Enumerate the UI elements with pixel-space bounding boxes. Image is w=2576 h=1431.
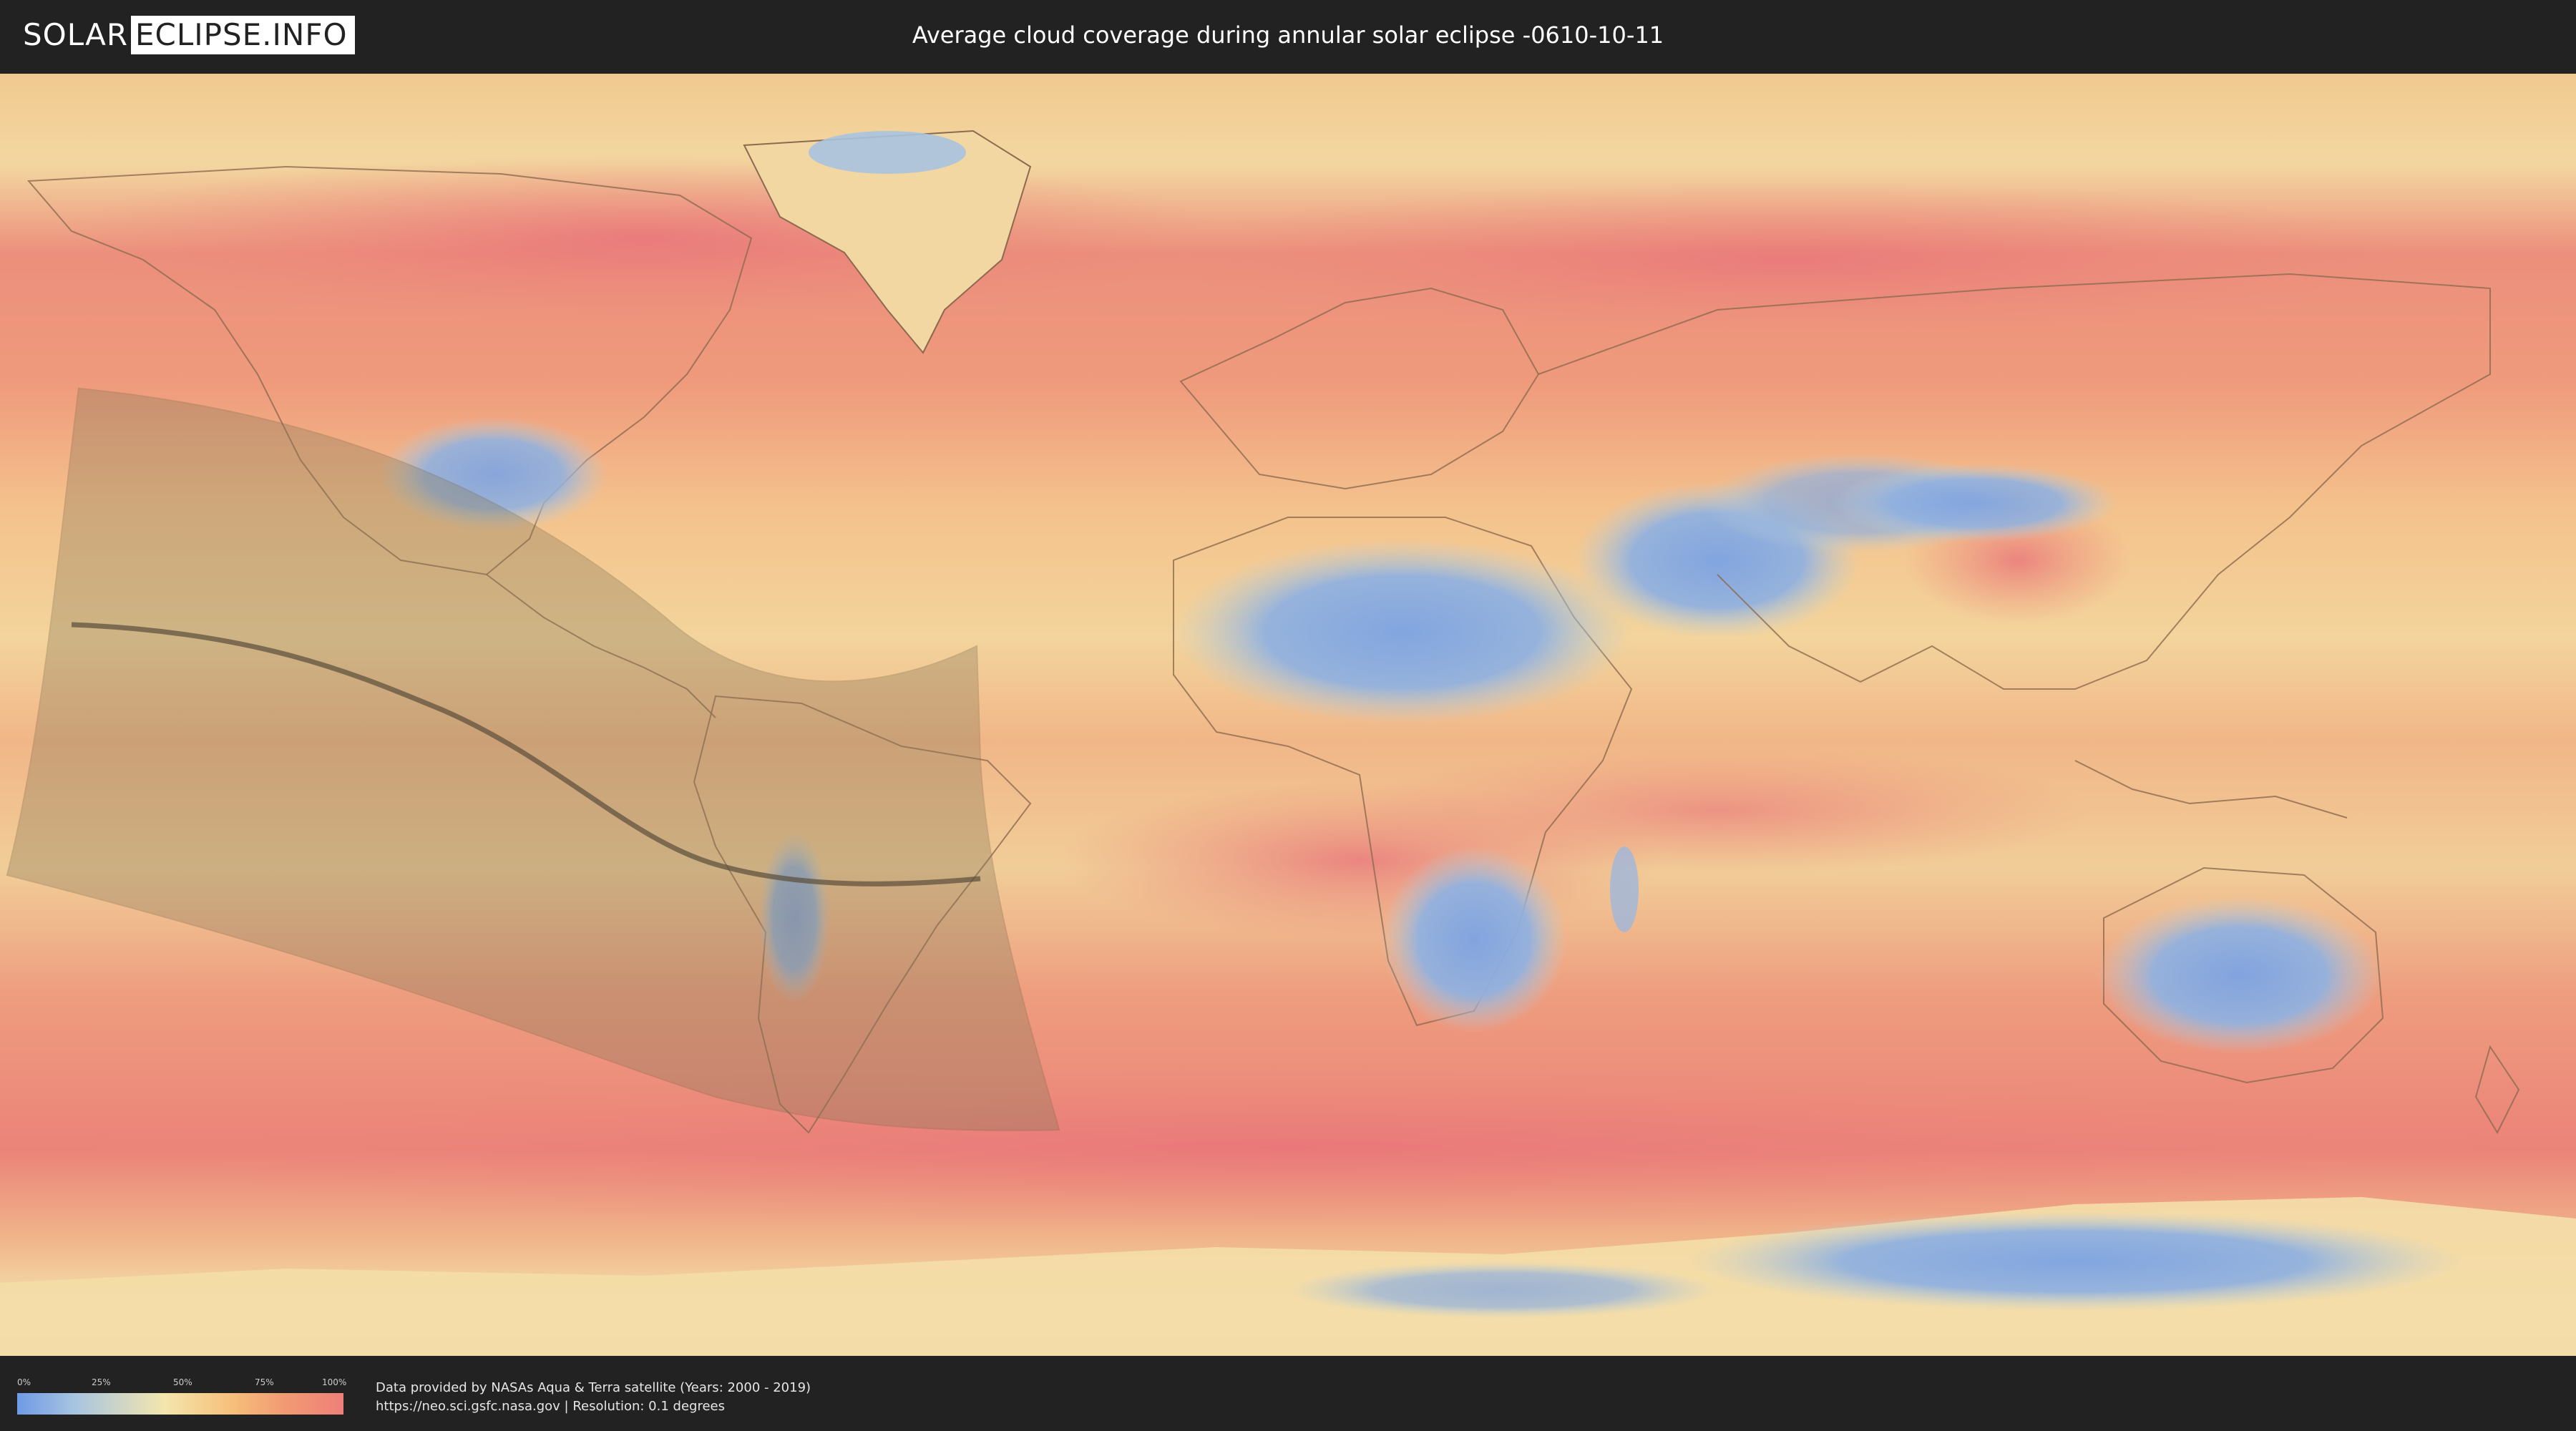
antarctica-clear: [1689, 1211, 2462, 1312]
map-svg: [0, 74, 2576, 1356]
credit-line-2[interactable]: https://neo.sci.gsfc.nasa.gov | Resoluti…: [376, 1397, 811, 1416]
sahara-clear: [1174, 539, 1631, 725]
footer-bar: 0% 25% 50% 75% 100% Data provided by NAS…: [0, 1356, 2576, 1431]
legend-tick-100: 100%: [322, 1377, 347, 1387]
legend-color-bar: [17, 1393, 343, 1415]
page-title: Average cloud coverage during annular so…: [912, 21, 1664, 49]
cloud-coverage-map[interactable]: [0, 74, 2576, 1356]
legend-tick-75: 75%: [255, 1377, 274, 1387]
legend-tick-50: 50%: [173, 1377, 192, 1387]
data-credit: Data provided by NASAs Aqua & Terra sate…: [376, 1379, 811, 1416]
cloud-legend: 0% 25% 50% 75% 100%: [17, 1377, 347, 1420]
credit-line-1: Data provided by NASAs Aqua & Terra sate…: [376, 1380, 811, 1395]
legend-tick-0: 0%: [17, 1377, 31, 1387]
legend-tick-25: 25%: [92, 1377, 111, 1387]
legend-tick-row: 0% 25% 50% 75% 100%: [17, 1377, 347, 1390]
central-asia-clear: [1832, 464, 2118, 542]
australia-clear: [2097, 897, 2383, 1054]
southern-africa-clear: [1381, 846, 1567, 1032]
header-bar: SOLAR ECLIPSE.INFO Average cloud coverag…: [0, 0, 2576, 72]
